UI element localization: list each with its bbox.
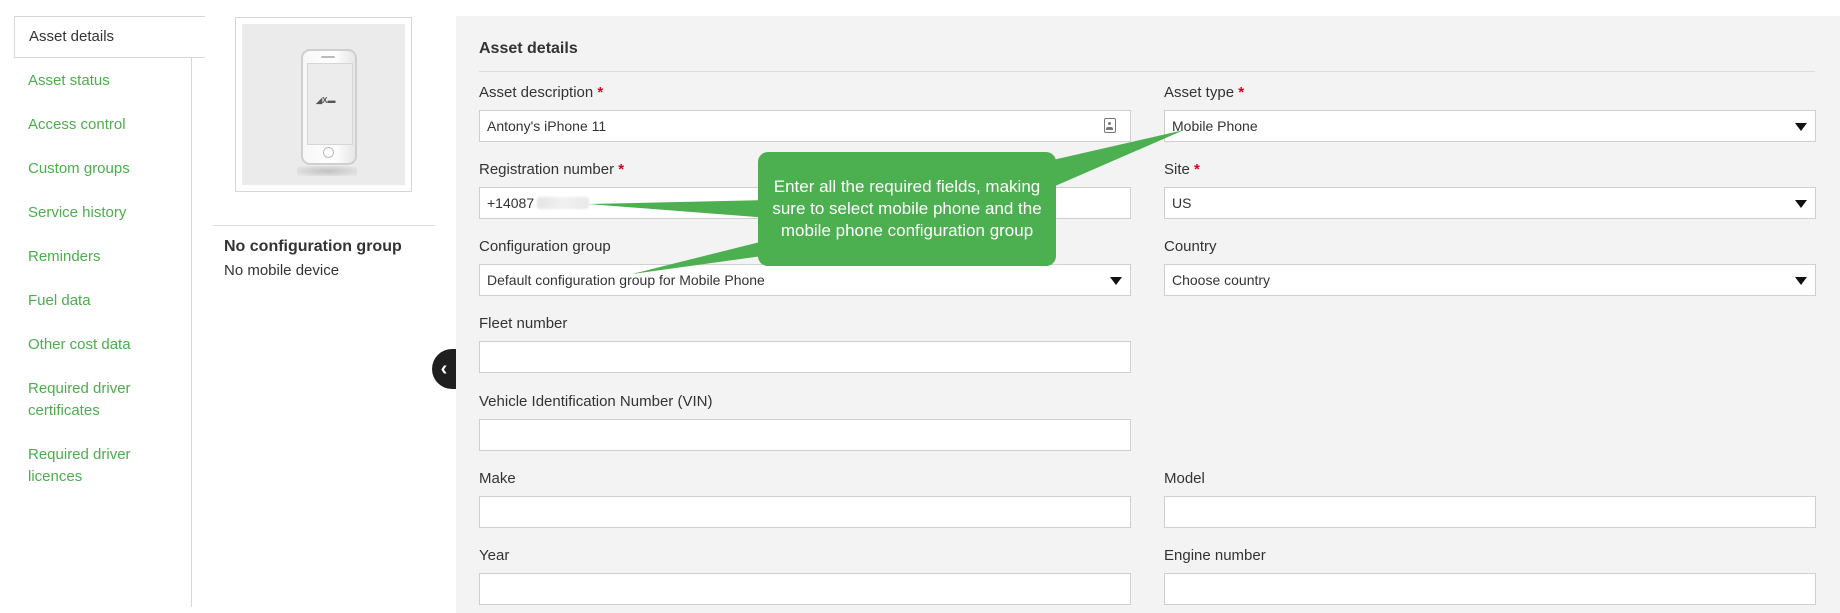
callout-text: Enter all the required fields, making su… xyxy=(772,177,1042,240)
callout-pointers xyxy=(588,130,1184,274)
callout-pointer-registration xyxy=(588,200,770,218)
instruction-callout: Enter all the required fields, making su… xyxy=(758,152,1056,266)
sidebar-item-asset-details[interactable]: Asset details xyxy=(14,16,205,58)
